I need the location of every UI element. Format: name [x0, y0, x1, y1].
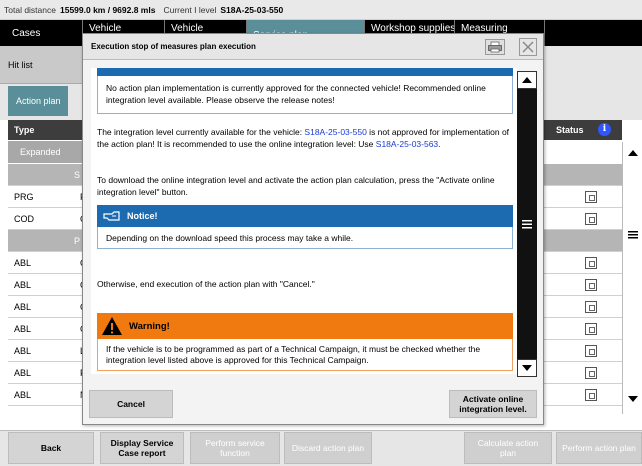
column-status[interactable]: Status: [556, 125, 584, 135]
column-type[interactable]: Type: [14, 125, 34, 135]
info-message-box: No action plan implementation is current…: [97, 76, 513, 114]
status-checkbox[interactable]: [585, 213, 597, 225]
status-checkbox[interactable]: [585, 301, 597, 313]
calculate-action-plan-button[interactable]: Calculate action plan: [464, 432, 552, 464]
close-icon[interactable]: [519, 38, 537, 56]
info-strip: [97, 68, 513, 76]
status-checkbox[interactable]: [585, 345, 597, 357]
print-icon[interactable]: [485, 39, 505, 55]
warning-header: Warning!: [97, 313, 513, 339]
status-checkbox[interactable]: [585, 323, 597, 335]
dialog-title-bar: Execution stop of measures plan executio…: [83, 34, 543, 60]
notice-hand-icon: [103, 211, 120, 221]
download-instructions: To download the online integration level…: [97, 175, 495, 197]
para-text: .: [438, 139, 441, 149]
chevron-down-icon: [522, 365, 532, 371]
status-checkbox[interactable]: [585, 191, 597, 203]
section-label: P: [74, 236, 81, 246]
expanded-toggle[interactable]: Expanded: [8, 141, 88, 163]
row-type: ABL: [14, 346, 32, 356]
dialog-title: Execution stop of measures plan executio…: [91, 42, 256, 51]
row-type: ABL: [14, 258, 32, 268]
scroll-thumb-icon[interactable]: [626, 222, 640, 248]
table-scrollbar[interactable]: [622, 142, 642, 414]
warning-triangle-icon: [102, 317, 122, 335]
scroll-down-icon[interactable]: [626, 392, 640, 406]
warning-text: If the vehicle is to be programmed as pa…: [97, 339, 513, 371]
recommended-level-link[interactable]: S18A-25-03-563: [376, 139, 438, 149]
perform-service-function-button[interactable]: Perform service function: [190, 432, 280, 464]
row-type: ABL: [14, 368, 32, 378]
row-type: ABL: [14, 280, 32, 290]
info-icon[interactable]: i: [598, 123, 611, 136]
activate-online-integration-level-button[interactable]: Activate online integration level.: [449, 390, 537, 418]
row-type: COD: [14, 214, 34, 224]
row-type: ABL: [14, 324, 32, 334]
vehicle-info-bar: Total distance 15599.0 km / 9692.8 mls C…: [0, 0, 642, 20]
row-type: PRG: [14, 192, 34, 202]
row-type: ABL: [14, 302, 32, 312]
hit-list-side-panel: [543, 46, 642, 84]
integration-level-paragraph: The integration level currently availabl…: [97, 126, 513, 150]
tab-action-plan[interactable]: Action plan: [8, 86, 68, 116]
level-label: Current I level: [163, 4, 217, 15]
cancel-button[interactable]: Cancel: [89, 390, 173, 418]
execution-stop-dialog: Execution stop of measures plan executio…: [82, 33, 544, 425]
notice-text: Depending on the download speed this pro…: [97, 227, 513, 249]
scroll-thumb-icon[interactable]: [520, 215, 534, 233]
chevron-up-icon: [522, 77, 532, 83]
tab-cases[interactable]: Cases: [6, 20, 82, 46]
notice-title: Notice!: [127, 211, 158, 221]
hit-list-label[interactable]: Hit list: [8, 60, 33, 70]
back-button[interactable]: Back: [8, 432, 94, 464]
para-text: The integration level currently availabl…: [97, 127, 305, 137]
dialog-message-area: No action plan implementation is current…: [91, 68, 517, 374]
status-checkbox[interactable]: [585, 279, 597, 291]
level-value: S18A-25-03-550: [220, 4, 284, 15]
row-type: ABL: [14, 390, 32, 400]
cancel-instructions: Otherwise, end execution of the action p…: [97, 279, 315, 289]
discard-action-plan-button[interactable]: Discard action plan: [284, 432, 372, 464]
status-checkbox[interactable]: [585, 367, 597, 379]
dialog-scroll-up[interactable]: [517, 71, 537, 89]
section-label: S: [74, 170, 81, 180]
dialog-scroll-down[interactable]: [517, 359, 537, 377]
dialog-scrollbar[interactable]: [517, 71, 537, 377]
status-checkbox[interactable]: [585, 389, 597, 401]
status-checkbox[interactable]: [585, 257, 597, 269]
scroll-up-icon[interactable]: [626, 146, 640, 160]
perform-action-plan-button[interactable]: Perform action plan: [556, 432, 642, 464]
tab-empty: [544, 20, 642, 46]
display-service-case-report-button[interactable]: Display Service Case report: [100, 432, 184, 464]
distance-value: 15599.0 km / 9692.8 mls: [59, 4, 156, 15]
current-level-link[interactable]: S18A-25-03-550: [304, 127, 366, 137]
distance-label: Total distance: [4, 4, 56, 15]
warning-title: Warning!: [129, 321, 170, 332]
notice-header: Notice!: [97, 205, 513, 227]
